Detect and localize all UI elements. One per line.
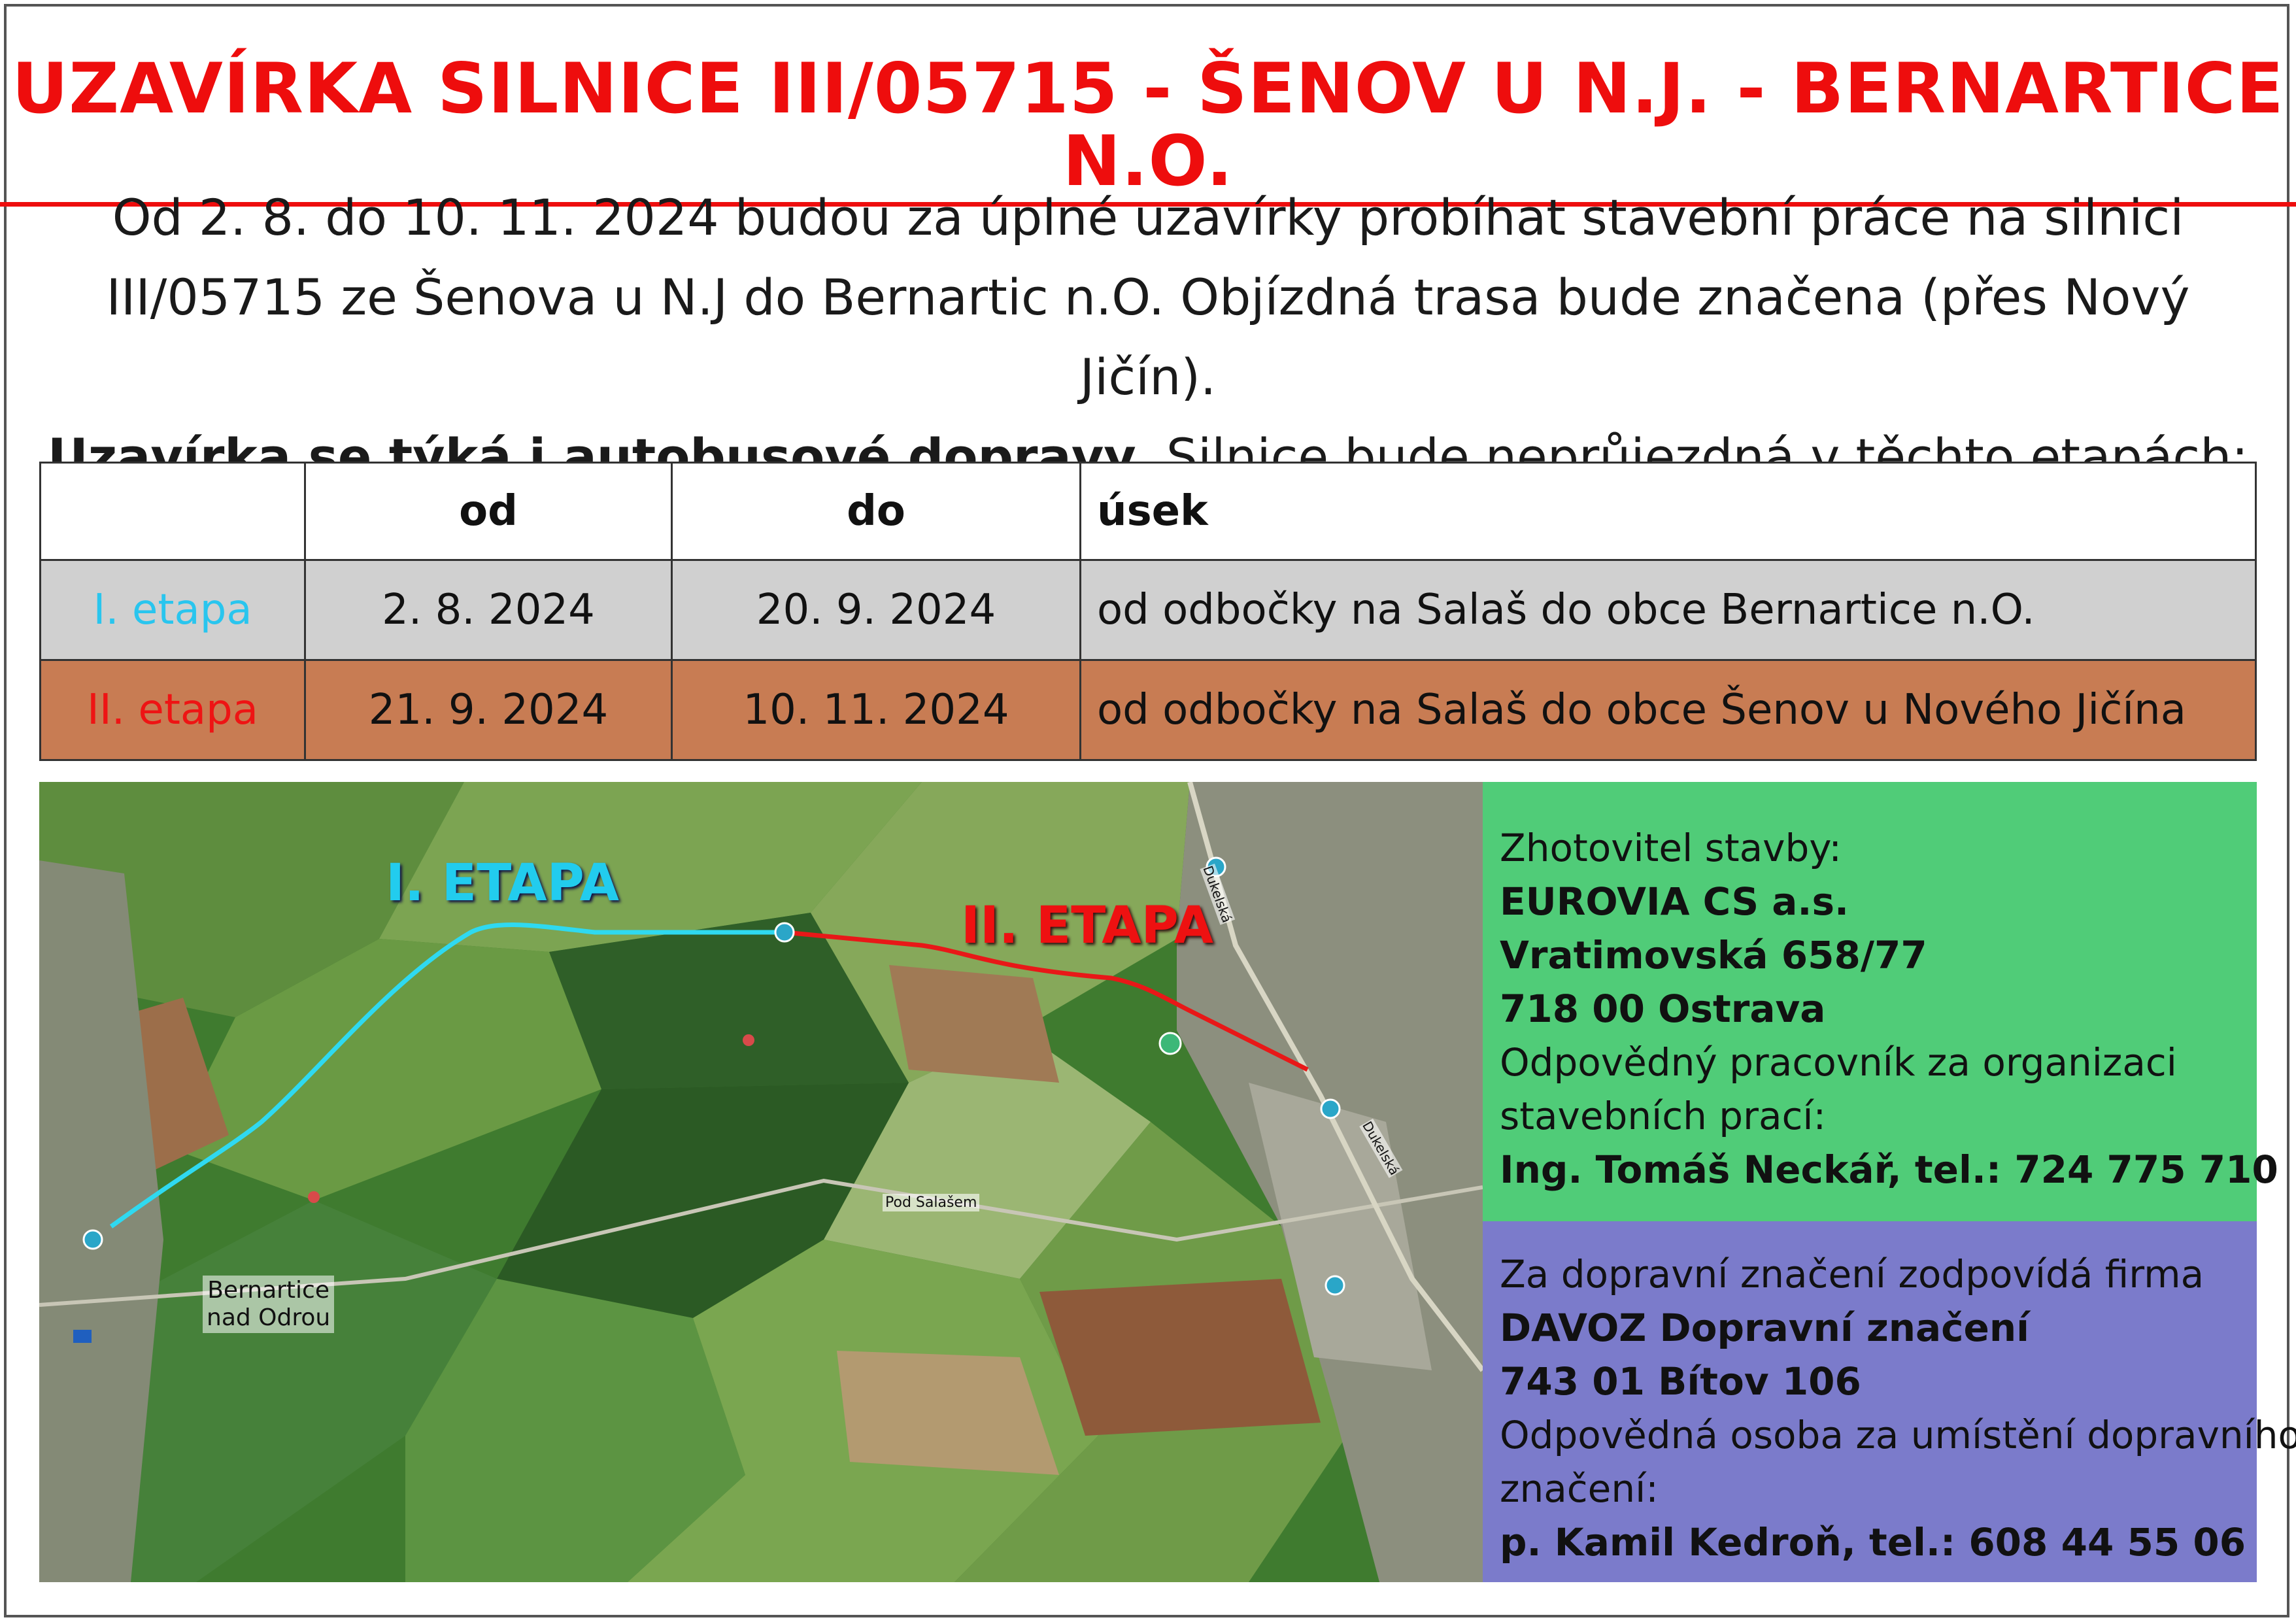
contractor-city: 718 00 Ostrava [1500, 987, 1826, 1031]
stage-name-cell: I. etapa [39, 559, 306, 661]
contractor-responsible-line-1: Odpovědný pracovník za organizaci [1500, 1040, 2177, 1085]
header-cell-empty [39, 462, 306, 561]
bus-stop-icon [82, 1229, 103, 1250]
stages-table: od do úsek I. etapa 2. 8. 2024 20. 9. 20… [39, 462, 2257, 761]
town-label-line-1: Bernartice [207, 1277, 329, 1304]
intro-line-2: III/05715 ze Šenova u N.J do Bernartic n… [106, 268, 2190, 406]
intro-paragraph: Od 2. 8. do 10. 11. 2024 budou za úplné … [39, 178, 2257, 497]
header-cell-from: od [304, 462, 673, 561]
signage-company: DAVOZ Dopravní značení [1500, 1306, 2030, 1350]
signage-person: p. Kamil Kedroň, tel.: 608 44 55 06 [1500, 1520, 2246, 1565]
contractor-person: Ing. Tomáš Neckář, tel.: 724 775 710 [1500, 1147, 2278, 1192]
header-cell-section: úsek [1079, 462, 2257, 561]
contractor-street: Vratimovská 658/77 [1500, 933, 1927, 977]
signage-box: Za dopravní značení zodpovídá firma DAVO… [1483, 1221, 2296, 1582]
recycling-icon [1158, 1032, 1182, 1055]
contractor-responsible-line-2: stavebních prací: [1500, 1094, 1827, 1138]
from-date-cell: 2. 8. 2024 [304, 559, 673, 661]
section-cell: od odbočky na Salaš do obce Bernartice n… [1079, 559, 2257, 661]
mail-icon [73, 1330, 92, 1343]
stage-name-cell: II. etapa [39, 659, 306, 761]
contractor-company: EUROVIA CS a.s. [1500, 879, 1849, 924]
bus-stop-icon [1320, 1098, 1341, 1119]
place-label: Pod Salašem [883, 1194, 980, 1211]
contractor-heading: Zhotovitel stavby: [1500, 826, 1842, 870]
stage-1-map-label: I. ETAPA [386, 854, 619, 913]
to-date-cell: 10. 11. 2024 [671, 659, 1081, 761]
town-label: Bernartice nad Odrou [203, 1276, 335, 1333]
section-cell: od odbočky na Salaš do obce Šenov u Nové… [1079, 659, 2257, 761]
aerial-map-image [39, 782, 1483, 1582]
signage-address: 743 01 Bítov 106 [1500, 1359, 1861, 1404]
table-header-row: od do úsek [39, 462, 2257, 561]
stage-2-map-label: II. ETAPA [961, 896, 1214, 955]
bus-stop-icon [774, 922, 795, 943]
intro-line-1: Od 2. 8. do 10. 11. 2024 budou za úplné … [112, 188, 2184, 246]
signage-responsible-line-1: Odpovědná osoba za umístění dopravního [1500, 1413, 2296, 1457]
bus-stop-icon [1325, 1275, 1345, 1296]
signage-heading: Za dopravní značení zodpovídá firma [1500, 1252, 2204, 1296]
to-date-cell: 20. 9. 2024 [671, 559, 1081, 661]
contractor-box: Zhotovitel stavby: EUROVIA CS a.s. Vrati… [1483, 782, 2278, 1221]
town-label-line-2: nad Odrou [207, 1304, 331, 1331]
header-cell-to: do [671, 462, 1081, 561]
table-row: I. etapa 2. 8. 2024 20. 9. 2024 od odboč… [39, 559, 2257, 661]
aerial-map: I. ETAPA II. ETAPA Bernartice nad Odrou … [39, 782, 1483, 1582]
table-row: II. etapa 21. 9. 2024 10. 11. 2024 od od… [39, 659, 2257, 761]
from-date-cell: 21. 9. 2024 [304, 659, 673, 761]
poi-marker-icon [743, 1034, 754, 1046]
signage-responsible-line-2: značení: [1500, 1466, 1659, 1511]
poi-marker-icon [308, 1191, 320, 1203]
